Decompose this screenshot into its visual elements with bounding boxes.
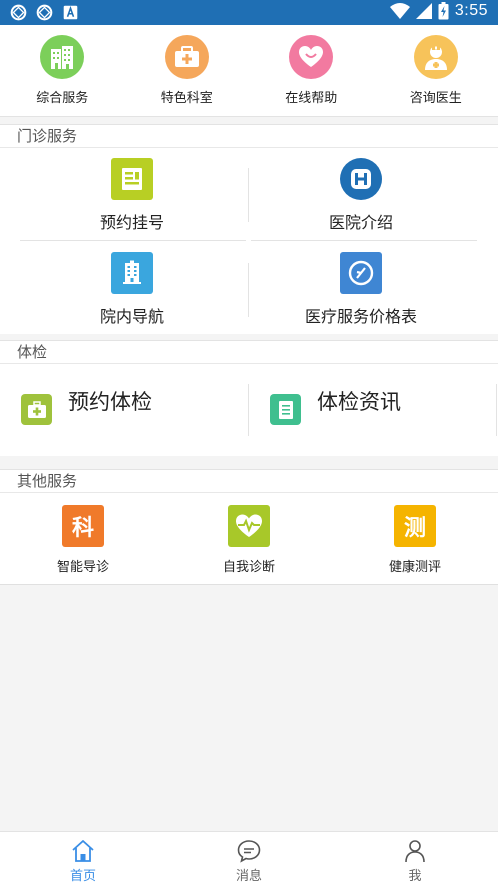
- quick-item-consult-doctor[interactable]: 咨询医生: [374, 25, 498, 116]
- building-nav-icon: [111, 252, 153, 294]
- other-item-label: 健康测评: [388, 560, 441, 575]
- kit-icon: [21, 394, 52, 425]
- keyboard-icon: [63, 5, 78, 20]
- checkup-item-label: 预约体检: [68, 390, 152, 414]
- book-checkup-button[interactable]: 预约体检: [0, 364, 248, 456]
- other-item-label: 自我诊断: [222, 560, 275, 575]
- quick-item-label: 咨询医生: [409, 91, 462, 106]
- appointment-register-button[interactable]: 预约挂号: [62, 158, 202, 233]
- other-item-label: 智能导诊: [56, 560, 109, 575]
- home-icon: [72, 840, 94, 862]
- status-bar: 3:55: [0, 0, 498, 25]
- nav-me[interactable]: 我: [332, 832, 498, 886]
- battery-icon: [438, 2, 449, 20]
- quick-access-grid: 综合服务 特色科室 在线帮助 咨询医生: [0, 25, 498, 117]
- medical-kit-icon: [164, 35, 209, 79]
- health-assessment-button[interactable]: 测 健康测评: [332, 493, 498, 584]
- quick-item-label: 特色科室: [160, 91, 213, 106]
- wifi-icon: [389, 3, 410, 19]
- nav-label: 首页: [69, 869, 96, 884]
- signal-icon: [415, 3, 432, 19]
- sync-icon: [10, 4, 27, 21]
- nav-messages[interactable]: 消息: [166, 832, 332, 886]
- nav-home[interactable]: 首页: [0, 832, 166, 886]
- other-services-grid: 科 智能导诊 自我诊断 测 健康测评: [0, 493, 498, 585]
- quick-item-label: 在线帮助: [285, 91, 338, 106]
- sync-icon: [36, 4, 53, 21]
- section-title-outpatient: 门诊服务: [0, 124, 498, 148]
- message-icon: [237, 840, 261, 863]
- ce-badge-icon: 测: [394, 505, 436, 547]
- outpatient-item-label: 预约挂号: [99, 213, 164, 232]
- quick-item-online-help[interactable]: 在线帮助: [249, 25, 374, 116]
- heartbeat-icon: [228, 505, 270, 547]
- outpatient-item-label: 医院介绍: [328, 213, 393, 232]
- status-time: 3:55: [454, 2, 488, 19]
- nav-label: 消息: [235, 869, 262, 884]
- hospital-h-icon: [340, 158, 382, 200]
- price-list-button[interactable]: 医疗服务价格表: [291, 252, 431, 327]
- section-title-other: 其他服务: [0, 469, 498, 493]
- divider: [248, 263, 249, 317]
- checkup-news-button[interactable]: 体检资讯: [249, 364, 497, 456]
- checkup-item-label: 体检资讯: [317, 390, 401, 414]
- register-card-icon: [111, 158, 153, 200]
- bottom-navigation: 首页 消息 我: [0, 831, 498, 886]
- outpatient-item-label: 医疗服务价格表: [304, 307, 417, 326]
- quick-item-special-departments[interactable]: 特色科室: [125, 25, 250, 116]
- building-icon: [40, 35, 85, 79]
- user-icon: [405, 840, 425, 863]
- heart-icon: [289, 35, 334, 79]
- hospital-navigation-button[interactable]: 院内导航: [62, 252, 202, 327]
- quick-item-general-services[interactable]: 综合服务: [0, 25, 125, 116]
- document-icon: [270, 394, 301, 425]
- checkup-grid: 预约体检 体检资讯: [0, 364, 498, 456]
- quick-item-label: 综合服务: [36, 91, 89, 106]
- divider: [251, 240, 477, 241]
- ke-badge-icon: 科: [62, 505, 104, 547]
- doctor-icon: [413, 35, 458, 79]
- outpatient-item-label: 院内导航: [99, 307, 164, 326]
- divider: [20, 240, 246, 241]
- price-clock-icon: [340, 252, 382, 294]
- hospital-intro-button[interactable]: 医院介绍: [291, 158, 431, 233]
- smart-triage-button[interactable]: 科 智能导诊: [0, 493, 166, 584]
- section-title-checkup: 体检: [0, 340, 498, 364]
- self-diagnosis-button[interactable]: 自我诊断: [166, 493, 332, 584]
- nav-label: 我: [408, 869, 422, 884]
- divider: [496, 384, 497, 436]
- divider: [248, 168, 249, 222]
- outpatient-grid: 预约挂号 医院介绍 院内导航 医疗服务价格表: [0, 148, 498, 334]
